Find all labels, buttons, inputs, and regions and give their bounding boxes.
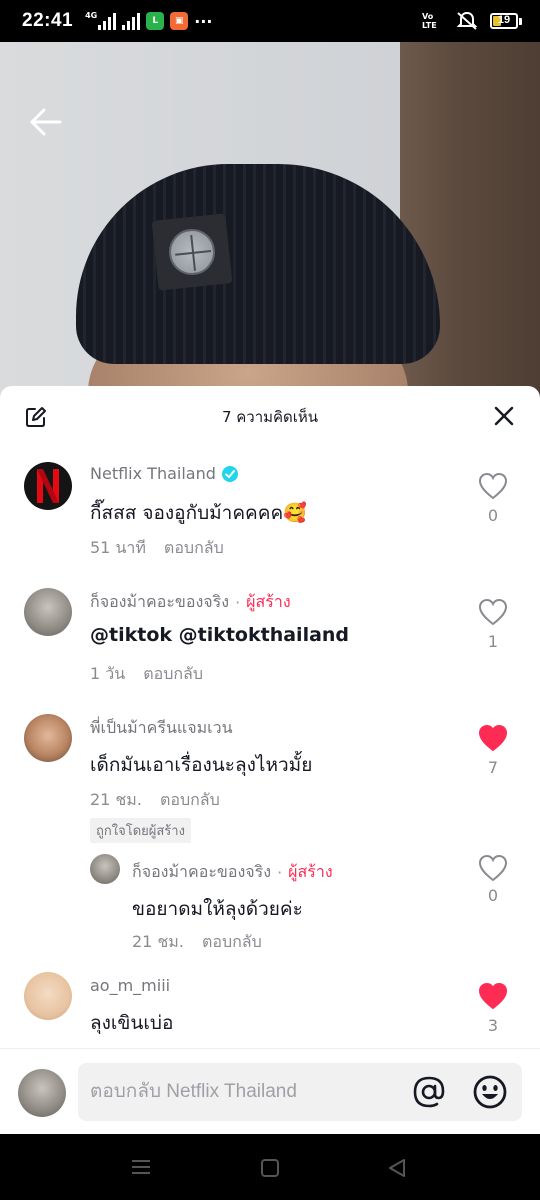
- reply-item: ก็จองม้าคอะของจริง · ผู้สร้าง ขอยาดมให้ล…: [0, 848, 540, 958]
- comment-meta: 21 ชม. ตอบกลับ: [132, 930, 280, 955]
- user-avatar[interactable]: [24, 714, 72, 762]
- like-count: 0: [487, 886, 499, 905]
- back-arrow-icon[interactable]: [28, 104, 64, 140]
- like-heart-icon[interactable]: [478, 472, 508, 500]
- battery-level: 19: [497, 14, 511, 26]
- comment-text: เด็กมันเอาเรื่องนะลุงไหวมั้ย: [90, 754, 313, 776]
- edit-icon[interactable]: [25, 406, 47, 428]
- comment-text: ขอยาดมให้ลุงด้วยค่ะ: [132, 898, 303, 920]
- reply-button[interactable]: ตอบกลับ: [164, 538, 224, 557]
- comment-username[interactable]: ก็จองม้าคอะของจริง · ผู้สร้าง: [90, 590, 291, 615]
- recent-apps-icon[interactable]: [130, 1158, 152, 1176]
- volte-icon: Vo LTE: [422, 12, 437, 30]
- mention-at-icon[interactable]: [412, 1075, 446, 1109]
- liked-by-creator-tag: ถูกใจโดยผู้สร้าง: [90, 818, 191, 843]
- netflix-avatar[interactable]: [24, 462, 72, 510]
- comment-username[interactable]: ก็จองม้าคอะของจริง · ผู้สร้าง: [132, 860, 333, 885]
- creator-tag: ผู้สร้าง: [246, 592, 291, 611]
- shopping-app-icon: ▣: [170, 12, 189, 30]
- comment-item: พี่เป็นม้าครีนแจมเวน เด็กมันเอาเรื่องนะล…: [0, 702, 540, 843]
- system-nav-bar: [0, 1134, 540, 1200]
- comment-meta: 51 นาที ตอบกลับ: [90, 536, 242, 561]
- back-nav-icon[interactable]: [386, 1157, 408, 1179]
- netflix-logo-icon: [37, 469, 59, 503]
- comment-item: ao_m_miii ลุงเขินเบ่อ 3: [0, 960, 540, 1060]
- comment-input-box[interactable]: [78, 1063, 522, 1121]
- comment-text: กี๊สสส จองอูกับม้าคคคค🥰: [90, 502, 307, 524]
- comment-username[interactable]: Netflix Thailand: [90, 464, 238, 483]
- like-count: 1: [487, 632, 499, 651]
- like-heart-icon[interactable]: [478, 854, 508, 882]
- battery-icon: 19: [490, 13, 522, 29]
- signal-icon: 4G: [85, 11, 117, 30]
- emoji-icon[interactable]: [472, 1074, 508, 1110]
- comments-header: 7 ความคิดเห็น: [0, 386, 540, 448]
- like-count: 0: [487, 506, 499, 525]
- comment-input-bar: [0, 1048, 540, 1134]
- comment-time: 1 วัน: [90, 664, 126, 683]
- my-avatar[interactable]: [18, 1069, 66, 1117]
- comment-time: 21 ชม.: [132, 932, 184, 951]
- network-type: 4G: [85, 11, 98, 20]
- user-avatar[interactable]: [90, 854, 120, 884]
- signal-2-icon: [122, 12, 141, 30]
- close-icon[interactable]: [493, 405, 515, 427]
- like-heart-icon[interactable]: [478, 598, 508, 626]
- like-heart-filled-icon[interactable]: [478, 724, 508, 752]
- comment-item: Netflix Thailand กี๊สสส จองอูกับม้าคคคค🥰…: [0, 450, 540, 560]
- comments-count-title: 7 ความคิดเห็น: [221, 408, 319, 426]
- like-heart-filled-icon[interactable]: [478, 982, 508, 1010]
- line-app-icon: L: [146, 12, 165, 30]
- reply-button[interactable]: ตอบกลับ: [160, 790, 220, 809]
- comment-item: ก็จองม้าคอะของจริง · ผู้สร้าง @tiktok @t…: [0, 576, 540, 686]
- verified-icon: [221, 465, 238, 482]
- status-time: 22:41: [22, 10, 74, 31]
- comment-text[interactable]: @tiktok @tiktokthailand: [90, 624, 349, 646]
- video-player[interactable]: [0, 42, 540, 402]
- reply-button[interactable]: ตอบกลับ: [202, 932, 262, 951]
- status-bar: 22:41 4G L ▣ ··· Vo LTE 19: [0, 0, 540, 42]
- comment-username[interactable]: ao_m_miii: [90, 976, 170, 995]
- comment-meta: 21 ชม. ตอบกลับ: [90, 788, 238, 813]
- comment-text: ลุงเขินเบ่อ: [90, 1012, 174, 1034]
- comment-input[interactable]: [90, 1063, 410, 1121]
- reply-button[interactable]: ตอบกลับ: [143, 664, 203, 683]
- user-avatar[interactable]: [24, 588, 72, 636]
- comment-meta: 1 วัน ตอบกลับ: [90, 662, 221, 687]
- home-icon[interactable]: [260, 1158, 280, 1178]
- comment-time: 51 นาที: [90, 538, 146, 557]
- like-count: 7: [487, 758, 499, 777]
- comment-time: 21 ชม.: [90, 790, 142, 809]
- beanie-badge: [151, 213, 233, 291]
- comment-username[interactable]: พี่เป็นม้าครีนแจมเวน: [90, 716, 233, 741]
- creator-tag: ผู้สร้าง: [288, 862, 333, 881]
- user-avatar[interactable]: [24, 972, 72, 1020]
- comments-sheet: 7 ความคิดเห็น Netflix Thailand กี๊สสส จอ…: [0, 386, 540, 1134]
- mute-icon: [456, 11, 478, 30]
- more-notifications: ···: [194, 11, 213, 31]
- like-count: 3: [487, 1016, 499, 1035]
